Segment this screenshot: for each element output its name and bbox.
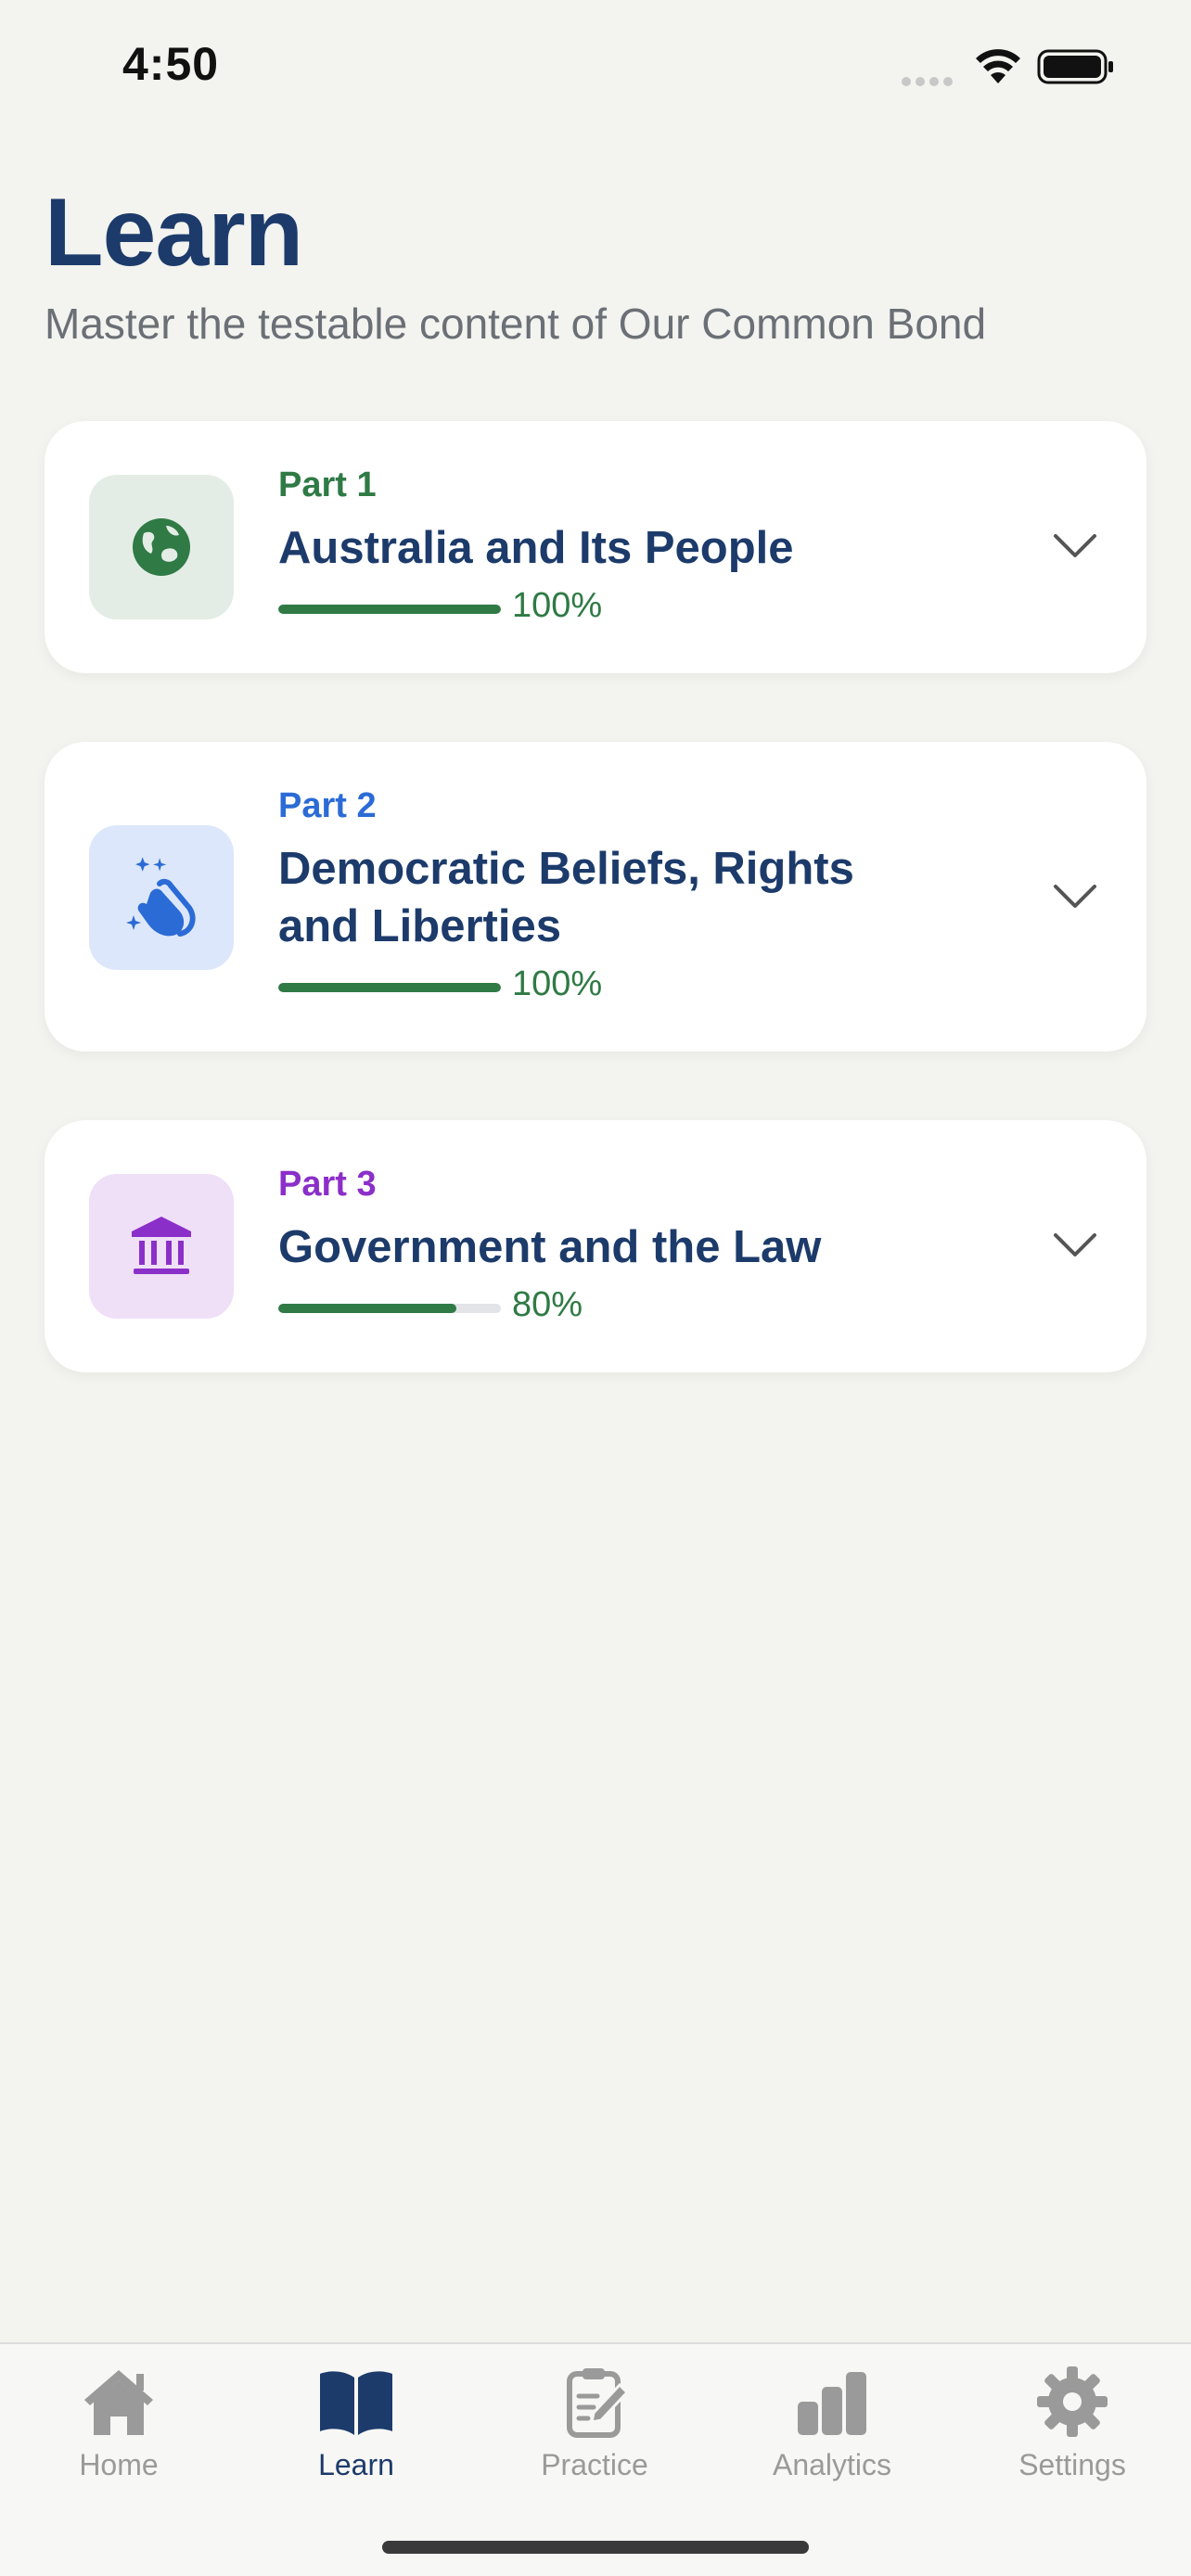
card-part-label: Part 2 bbox=[278, 786, 377, 825]
open-book-icon bbox=[320, 2371, 392, 2435]
progress-bar bbox=[278, 983, 501, 992]
card-part-label: Part 3 bbox=[278, 1165, 377, 1204]
tab-practice[interactable]: Practice bbox=[476, 2344, 713, 2493]
chevron-down-icon[interactable] bbox=[1052, 1231, 1098, 1259]
card-title: Democratic Beliefs, Rights and Liberties bbox=[278, 844, 854, 951]
home-indicator bbox=[382, 2541, 809, 2554]
tab-label: Settings bbox=[1018, 2448, 1126, 2481]
government-building-icon bbox=[132, 1217, 191, 1274]
battery-icon bbox=[1037, 49, 1113, 84]
cellular-signal-icon bbox=[902, 74, 957, 86]
house-icon bbox=[84, 2370, 153, 2435]
learn-card-part-1[interactable]: Part 1 Australia and Its People 100% bbox=[45, 421, 1146, 673]
chevron-down-icon[interactable] bbox=[1052, 532, 1098, 560]
progress-label: 100% bbox=[512, 586, 603, 625]
page-subtitle: Master the testable content of Our Commo… bbox=[45, 300, 987, 348]
tab-label: Learn bbox=[318, 2448, 394, 2481]
progress-label: 100% bbox=[512, 964, 603, 1003]
progress-bar bbox=[278, 605, 501, 614]
card-icon-box bbox=[89, 1174, 234, 1319]
learn-card-part-3[interactable]: Part 3 Government and the Law 80% bbox=[45, 1120, 1146, 1372]
tab-analytics[interactable]: Analytics bbox=[713, 2344, 951, 2493]
page-title: Learn bbox=[45, 179, 303, 287]
tab-home[interactable]: Home bbox=[0, 2344, 237, 2493]
bar-chart-icon bbox=[798, 2372, 866, 2435]
card-icon-box bbox=[89, 825, 234, 970]
card-part-label: Part 1 bbox=[278, 465, 377, 504]
card-icon-box bbox=[89, 475, 234, 619]
status-time: 4:50 bbox=[122, 38, 220, 90]
tab-label: Analytics bbox=[772, 2448, 892, 2481]
progress-bar bbox=[278, 1304, 501, 1313]
clipboard-pencil-icon bbox=[567, 2368, 630, 2438]
tab-settings[interactable]: Settings bbox=[954, 2344, 1191, 2493]
wifi-icon bbox=[976, 49, 1020, 83]
tab-learn[interactable]: Learn bbox=[237, 2344, 475, 2493]
clapping-hands-icon bbox=[126, 857, 196, 937]
card-title: Government and the Law bbox=[278, 1222, 822, 1272]
tab-label: Home bbox=[79, 2448, 159, 2481]
tab-label: Practice bbox=[541, 2448, 648, 2481]
learn-card-part-2[interactable]: Part 2 Democratic Beliefs, Rights and Li… bbox=[45, 742, 1146, 1052]
status-bar: 4:50 bbox=[0, 0, 1191, 139]
learn-screen: 4:50 Learn Master the testable content o… bbox=[0, 0, 1191, 2576]
globe-icon bbox=[133, 518, 190, 576]
gear-icon bbox=[1037, 2366, 1108, 2437]
card-title: Australia and Its People bbox=[278, 523, 794, 573]
progress-label: 80% bbox=[512, 1285, 583, 1324]
chevron-down-icon[interactable] bbox=[1052, 883, 1098, 911]
